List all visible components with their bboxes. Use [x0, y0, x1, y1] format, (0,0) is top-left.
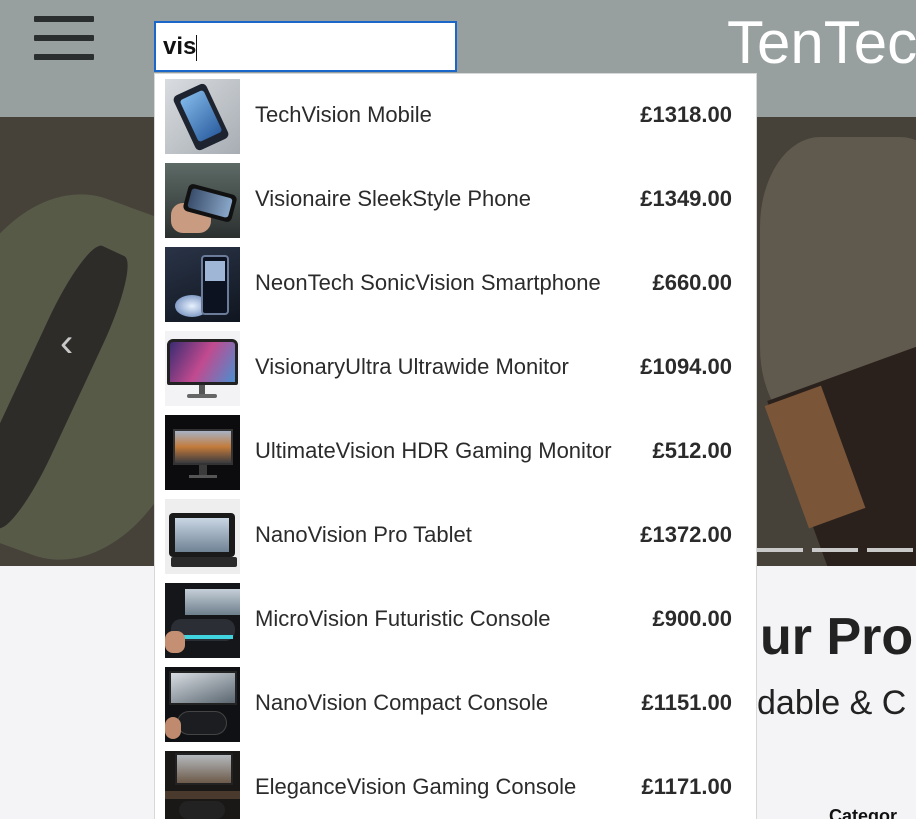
product-thumbnail [165, 499, 240, 574]
suggestion-item[interactable]: VisionaryUltra Ultrawide Monitor £1094.0… [155, 326, 756, 410]
product-thumbnail [165, 751, 240, 819]
product-thumbnail [165, 415, 240, 490]
suggestion-price: £1094.00 [640, 354, 732, 379]
hamburger-bar [34, 35, 94, 41]
chevron-left-icon[interactable]: ‹ [60, 320, 90, 366]
suggestion-item[interactable]: NanoVision Compact Console £1151.00 [155, 662, 756, 746]
category-label: Categor [829, 806, 898, 819]
suggestion-price: £1171.00 [641, 774, 732, 799]
suggestion-name: UltimateVision HDR Gaming Monitor [255, 438, 612, 463]
suggestion-name: VisionaryUltra Ultrawide Monitor [255, 354, 569, 379]
suggestion-name: MicroVision Futuristic Console [255, 606, 551, 631]
suggestion-price: £900.00 [652, 606, 732, 631]
suggestion-item[interactable]: MicroVision Futuristic Console £900.00 [155, 578, 756, 662]
suggestion-item[interactable]: NanoVision Pro Tablet £1372.00 [155, 494, 756, 578]
product-thumbnail [165, 79, 240, 154]
section-subtitle: dable & C [757, 684, 907, 722]
suggestion-name: NeonTech SonicVision Smartphone [255, 270, 601, 295]
search-input[interactable] [156, 23, 455, 70]
suggestion-item[interactable]: UltimateVision HDR Gaming Monitor £512.0… [155, 410, 756, 494]
suggestion-price: £1349.00 [640, 186, 732, 211]
suggestion-item[interactable]: EleganceVision Gaming Console £1171.00 [155, 746, 756, 819]
suggestion-price: £660.00 [652, 270, 732, 295]
section-title: ur Pro [760, 608, 914, 666]
carousel-indicator[interactable] [867, 548, 913, 552]
suggestion-price: £1372.00 [640, 522, 732, 547]
hamburger-bar [34, 54, 94, 60]
suggestion-item[interactable]: TechVision Mobile £1318.00 [155, 74, 756, 158]
suggestion-price: £512.00 [652, 438, 732, 463]
product-thumbnail [165, 667, 240, 742]
suggestion-item[interactable]: NeonTech SonicVision Smartphone £660.00 [155, 242, 756, 326]
hamburger-bar [34, 16, 94, 22]
product-thumbnail [165, 163, 240, 238]
suggestion-name: Visionaire SleekStyle Phone [255, 186, 531, 211]
suggestion-price: £1151.00 [641, 690, 732, 715]
suggestion-name: NanoVision Compact Console [255, 690, 549, 715]
product-thumbnail [165, 583, 240, 658]
brand-logo-text[interactable]: TenTec [727, 8, 916, 77]
suggestion-name: EleganceVision Gaming Console [255, 774, 577, 799]
product-thumbnail [165, 247, 240, 322]
carousel-indicator[interactable] [812, 548, 858, 552]
suggestion-price: £1318.00 [640, 102, 732, 127]
text-caret [196, 35, 197, 61]
search-field[interactable] [154, 21, 457, 72]
product-thumbnail [165, 331, 240, 406]
suggestion-name: TechVision Mobile [255, 102, 432, 127]
carousel-indicator[interactable] [757, 548, 803, 552]
suggestion-item[interactable]: Visionaire SleekStyle Phone £1349.00 [155, 158, 756, 242]
hamburger-icon[interactable] [34, 16, 94, 60]
search-suggestions: TechVision Mobile £1318.00 Visionaire Sl… [154, 73, 757, 819]
suggestion-name: NanoVision Pro Tablet [255, 522, 472, 547]
